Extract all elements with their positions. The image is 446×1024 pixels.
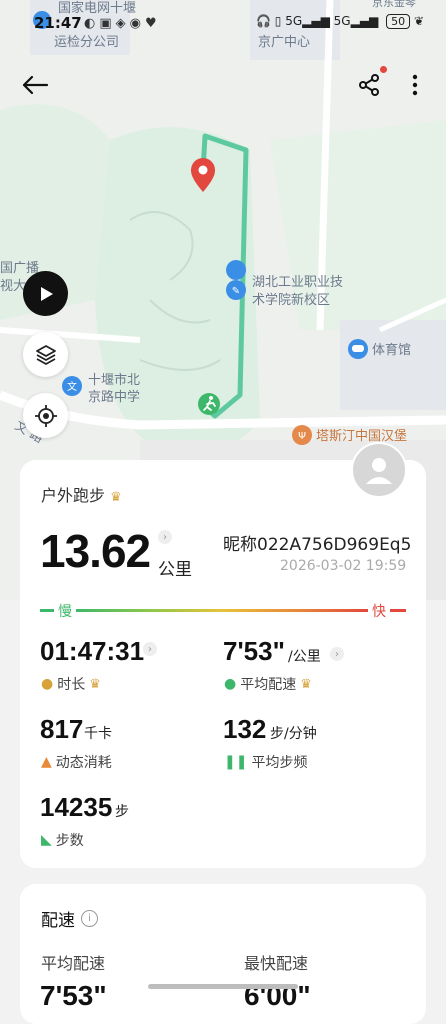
play-replay-button[interactable] [23,271,68,316]
map-label-jingdong: 京东金琴 [372,0,416,9]
signal-5g-2-icon: 5G▂▄▆ [333,14,379,28]
map-label-restaurant: 塔斯汀中国汉堡 [316,428,407,444]
calories-unit: 千卡 [84,726,112,742]
start-runner-icon [198,393,220,415]
map-label-middle-school-1: 十堰市北 [88,372,140,388]
map-label-middle-school-2: 京路中学 [88,389,140,405]
pace-label: ● 平均配速 ♛ [224,676,312,693]
battery-icon: 50 [386,14,411,29]
pace-card-title: 配速 i [41,906,98,931]
activity-type: 户外跑步 ♛ [41,482,122,506]
medal-icon: ♛ [110,490,122,505]
pace-card: 配速 i 平均配速 最快配速 7'53" 6'00" [20,884,426,1024]
map-label-jingguang: 京广中心 [258,35,310,50]
shoe-icon: ◣ [41,832,52,848]
back-button[interactable] [18,70,52,100]
share-button[interactable] [352,70,386,100]
avg-pace-label: 平均配速 [41,954,106,973]
calories-label: ▲ 动态消耗 [41,754,112,771]
steps-value: 14235 [40,792,113,822]
distance-unit: 公里 [158,560,192,580]
share-icon [359,74,379,96]
steps-unit: 步 [115,804,129,820]
home-indicator[interactable] [148,984,298,989]
user-avatar[interactable] [351,442,407,498]
headphones-icon: 🎧 [255,14,271,28]
activity-type-label: 户外跑步 [41,486,106,505]
nickname: 昵称022A756D969Eq5 [223,535,412,555]
pace-gradient-bar: 慢 快 [40,602,406,620]
steps-label: ◣ 步数 [41,832,84,849]
locate-button[interactable] [23,393,68,438]
signal-5g-icon: 5G▂▄▆ [285,14,330,28]
person-icon [366,458,392,484]
distance-value: 13.62 [40,525,151,577]
stadium-poi-icon [348,339,368,359]
map-label-school-2: 术学院新校区 [252,292,330,308]
workout-datetime: 2026-03-02 19:59 [280,558,407,574]
flame-icon: ▲ [41,754,52,770]
map-layers-button[interactable] [23,332,68,377]
system-icons: 🎧 ▯ 5G▂▄▆ 5G▂▄▆ 50 ❦ [256,14,424,29]
footprints-icon: ❚❚ [224,754,248,770]
more-button[interactable] [398,70,432,100]
duration-medal-icon: ♛ [89,676,101,692]
pace-value: 7'53" [223,636,285,666]
layers-icon [35,344,56,365]
cadence-label: ❚❚ 平均步频 [224,754,308,771]
locate-target-icon [34,404,57,427]
vibrate-icon: ▯ [274,14,282,28]
restaurant-poi-icon: Ψ [292,425,312,445]
leaf-icon: ❦ [413,14,424,28]
map-label-stadium: 体育馆 [372,342,411,358]
svg-text:Ψ: Ψ [298,431,306,442]
clock-medal-icon: ● [41,676,54,692]
workout-summary-card: 户外跑步 ♛ 13.62 公里 › 昵称022A756D969Eq5 2026-… [20,460,426,868]
status-bar: 21:47 ◐▣◈◉♥ 🎧 ▯ 5G▂▄▆ 5G▂▄▆ 50 ❦ [0,14,446,36]
duration-chevron-icon[interactable]: › [143,642,157,656]
svg-text:文: 文 [67,380,77,393]
info-icon[interactable]: i [81,910,98,927]
play-icon [40,286,53,301]
notification-icons: ◐▣◈◉♥ [84,16,161,31]
fast-label: 快 [372,604,386,620]
pace-medal-icon: ♛ [300,676,312,692]
pace-unit: /公里 [288,649,321,665]
middle-school-poi-icon: 文 [62,376,82,396]
pace-icon: ● [224,676,237,692]
map-label-office-2: 运检分公司 [54,35,119,50]
cadence-value: 132 [223,714,267,744]
distance-detail-chevron-icon[interactable]: › [158,530,172,544]
duration-value: 01:47:31 [40,636,145,666]
slow-label: 慢 [58,604,72,620]
cadence-unit: 步/分钟 [270,726,317,742]
duration-label: ● 时长 ♛ [41,676,101,693]
map-label-school-1: 湖北工业职业技 [252,275,343,290]
max-pace-label: 最快配速 [244,954,309,973]
more-vertical-icon [412,74,418,96]
back-arrow-icon [22,75,49,95]
status-time: 21:47 [34,14,82,32]
calories-value: 817 [40,714,84,744]
share-notification-dot [380,66,387,73]
avg-pace-value: 7'53" [40,980,107,1011]
svg-text:✎: ✎ [232,286,240,297]
pace-chevron-icon[interactable]: › [330,647,344,661]
